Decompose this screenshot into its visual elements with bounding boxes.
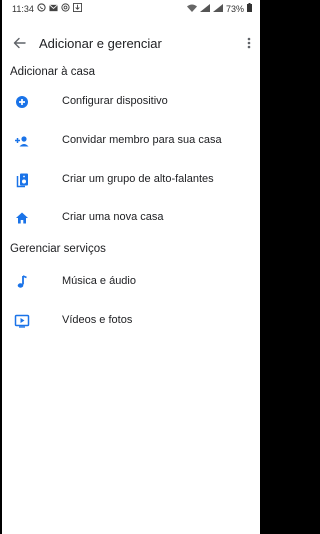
- screen: 11:34 73% Adicionar e gerenciar Adiciona…: [2, 0, 260, 534]
- status-right: 73%: [186, 3, 252, 14]
- section-header-add: Adicionar à casa: [10, 66, 96, 78]
- status-time: 11:34: [12, 3, 34, 14]
- page-title: Adicionar e gerenciar: [39, 36, 162, 51]
- list-item-videos[interactable]: Vídeos e fotos: [2, 306, 260, 336]
- speaker-group-icon: [16, 173, 28, 188]
- wifi-icon: [186, 4, 197, 14]
- home-icon: [16, 212, 28, 224]
- signal-icon-2: [212, 3, 223, 14]
- list-item-grupo[interactable]: Criar um grupo de alto-falantes: [2, 165, 260, 195]
- battery-icon: [247, 3, 252, 14]
- list-item-configurar[interactable]: Configurar dispositivo: [2, 87, 260, 117]
- email-icon: [49, 4, 58, 14]
- signal-icon: [199, 3, 210, 14]
- at-icon: [61, 3, 70, 14]
- list-item-label: Música e áudio: [62, 275, 136, 287]
- app-bar: Adicionar e gerenciar: [2, 25, 260, 61]
- whatsapp-icon: [37, 3, 46, 14]
- music-note-icon: [17, 275, 27, 288]
- video-icon: [14, 314, 30, 328]
- person-add-icon: [15, 136, 29, 147]
- status-left: 11:34: [12, 3, 82, 14]
- list-item-musica[interactable]: Música e áudio: [2, 267, 260, 297]
- list-item-label: Configurar dispositivo: [62, 95, 168, 107]
- status-bar: 11:34 73%: [2, 0, 260, 18]
- more-vert-icon: [247, 37, 251, 49]
- list-item-convidar[interactable]: Convidar membro para sua casa: [2, 126, 260, 156]
- more-options-button[interactable]: [244, 34, 254, 52]
- list-item-label: Vídeos e fotos: [62, 314, 133, 326]
- download-icon: [72, 3, 82, 14]
- list-item-label: Convidar membro para sua casa: [62, 134, 222, 146]
- list-item-label: Criar uma nova casa: [62, 211, 164, 223]
- back-button[interactable]: [10, 33, 30, 53]
- section-header-services: Gerenciar serviços: [10, 243, 106, 255]
- battery-percent: 73%: [225, 3, 244, 14]
- add-circle-icon: [16, 96, 28, 108]
- list-item-label: Criar um grupo de alto-falantes: [62, 173, 214, 185]
- list-item-nova-casa[interactable]: Criar uma nova casa: [2, 203, 260, 233]
- arrow-back-icon: [13, 37, 26, 49]
